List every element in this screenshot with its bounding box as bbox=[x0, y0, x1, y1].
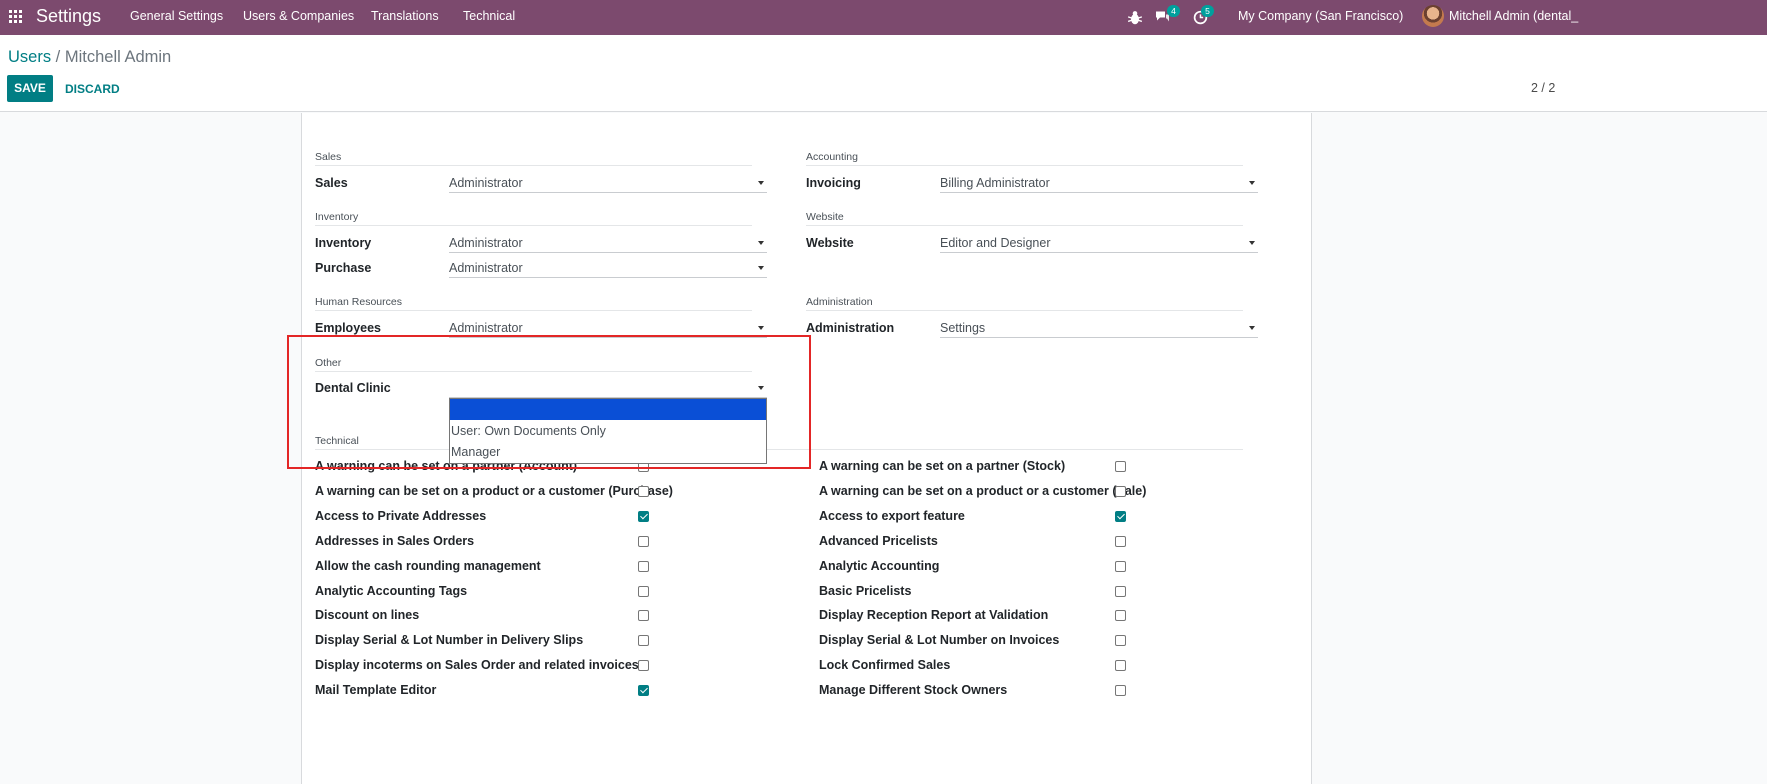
section-divider bbox=[806, 310, 1243, 311]
technical-option-label: Access to Private Addresses bbox=[315, 509, 487, 523]
technical-option-label: Discount on lines bbox=[315, 608, 420, 622]
section-accounting: Accounting bbox=[806, 151, 858, 163]
technical-option-label: Allow the cash rounding management bbox=[315, 559, 541, 573]
top-navbar: Settings General Settings Users & Compan… bbox=[0, 0, 1767, 35]
technical-option-checkbox[interactable] bbox=[1115, 635, 1126, 646]
technical-option-checkbox[interactable] bbox=[1115, 486, 1126, 497]
purchase-select-value: Administrator bbox=[449, 261, 523, 275]
technical-option-label: A warning can be set on a product or a c… bbox=[819, 484, 1147, 498]
caret-down-icon bbox=[1249, 326, 1255, 330]
employees-select-value: Administrator bbox=[449, 321, 523, 335]
sales-select[interactable]: Administrator bbox=[449, 173, 767, 193]
technical-option-checkbox[interactable] bbox=[638, 685, 649, 696]
administration-label: Administration bbox=[806, 321, 895, 335]
section-inventory: Inventory bbox=[315, 211, 359, 223]
menu-general-settings[interactable]: General Settings bbox=[130, 9, 223, 23]
caret-down-icon bbox=[758, 266, 764, 270]
website-label: Website bbox=[806, 236, 854, 250]
technical-option-label: Display Serial & Lot Number on Invoices bbox=[819, 633, 1060, 647]
breadcrumb-separator: / bbox=[51, 48, 65, 66]
menu-users-companies[interactable]: Users & Companies bbox=[243, 9, 354, 23]
technical-option-label: Display Serial & Lot Number in Delivery … bbox=[315, 633, 584, 647]
technical-option-checkbox[interactable] bbox=[1115, 461, 1126, 472]
section-divider bbox=[315, 225, 752, 226]
section-divider bbox=[315, 310, 752, 311]
technical-option-checkbox[interactable] bbox=[638, 561, 649, 572]
company-switcher[interactable]: My Company (San Francisco) bbox=[1238, 9, 1403, 23]
app-title[interactable]: Settings bbox=[36, 6, 101, 27]
user-avatar[interactable] bbox=[1422, 5, 1444, 27]
section-website: Website bbox=[806, 211, 844, 223]
technical-option-label: Analytic Accounting Tags bbox=[315, 584, 468, 598]
section-divider bbox=[806, 225, 1243, 226]
caret-down-icon bbox=[758, 241, 764, 245]
technical-option-checkbox[interactable] bbox=[1115, 586, 1126, 597]
inventory-select-value: Administrator bbox=[449, 236, 523, 250]
apps-grid-icon[interactable] bbox=[9, 10, 23, 24]
technical-option-checkbox[interactable] bbox=[638, 635, 649, 646]
invoicing-label: Invoicing bbox=[806, 176, 861, 190]
section-administration: Administration bbox=[806, 296, 873, 308]
inventory-label: Inventory bbox=[315, 236, 372, 250]
purchase-select[interactable]: Administrator bbox=[449, 258, 767, 278]
technical-option-label: Lock Confirmed Sales bbox=[819, 658, 951, 672]
technical-option-checkbox[interactable] bbox=[638, 511, 649, 522]
section-divider bbox=[315, 165, 752, 166]
section-sales: Sales bbox=[315, 151, 342, 163]
technical-option-checkbox[interactable] bbox=[1115, 660, 1126, 671]
invoicing-select[interactable]: Billing Administrator bbox=[940, 173, 1258, 193]
highlight-box bbox=[287, 335, 811, 469]
control-panel: Users / Mitchell Admin SAVE DISCARD 2 / … bbox=[0, 35, 1767, 112]
discard-button[interactable]: DISCARD bbox=[65, 82, 120, 96]
technical-option-checkbox[interactable] bbox=[1115, 685, 1126, 696]
technical-option-label: Advanced Pricelists bbox=[819, 534, 938, 548]
technical-option-label: A warning can be set on a product or a c… bbox=[315, 484, 673, 498]
technical-option-label: Manage Different Stock Owners bbox=[819, 683, 1008, 697]
administration-select-value: Settings bbox=[940, 321, 986, 335]
inventory-select[interactable]: Administrator bbox=[449, 233, 767, 253]
administration-select[interactable]: Settings bbox=[940, 318, 1258, 338]
breadcrumb-users-link[interactable]: Users bbox=[8, 48, 51, 66]
technical-option-checkbox[interactable] bbox=[638, 586, 649, 597]
employees-label: Employees bbox=[315, 321, 382, 335]
caret-down-icon bbox=[758, 181, 764, 185]
technical-option-label: A warning can be set on a partner (Stock… bbox=[819, 459, 1066, 473]
website-select[interactable]: Editor and Designer bbox=[940, 233, 1258, 253]
purchase-label: Purchase bbox=[315, 261, 372, 275]
technical-option-checkbox[interactable] bbox=[1115, 511, 1126, 522]
pager[interactable]: 2 / 2 bbox=[1531, 81, 1555, 95]
invoicing-select-value: Billing Administrator bbox=[940, 176, 1050, 190]
technical-option-label: Display Reception Report at Validation bbox=[819, 608, 1049, 622]
caret-down-icon bbox=[1249, 181, 1255, 185]
technical-option-label: Access to export feature bbox=[819, 509, 965, 523]
technical-option-checkbox[interactable] bbox=[638, 536, 649, 547]
technical-option-label: Display incoterms on Sales Order and rel… bbox=[315, 658, 639, 672]
caret-down-icon bbox=[758, 326, 764, 330]
technical-option-checkbox[interactable] bbox=[1115, 561, 1126, 572]
technical-option-label: Mail Template Editor bbox=[315, 683, 437, 697]
caret-down-icon bbox=[1249, 241, 1255, 245]
chat-badge: 4 bbox=[1167, 5, 1180, 17]
bug-icon[interactable] bbox=[1127, 10, 1143, 26]
breadcrumb-current: Mitchell Admin bbox=[64, 48, 172, 66]
section-divider bbox=[806, 165, 1243, 166]
user-menu[interactable]: Mitchell Admin (dental_ bbox=[1449, 9, 1578, 23]
technical-option-checkbox[interactable] bbox=[638, 660, 649, 671]
menu-translations[interactable]: Translations bbox=[371, 9, 439, 23]
technical-option-checkbox[interactable] bbox=[1115, 536, 1126, 547]
menu-technical[interactable]: Technical bbox=[463, 9, 515, 23]
technical-option-label: Basic Pricelists bbox=[819, 584, 912, 598]
breadcrumb: Users / Mitchell Admin bbox=[8, 48, 171, 67]
activity-badge: 5 bbox=[1201, 5, 1214, 17]
technical-option-label: Addresses in Sales Orders bbox=[315, 534, 475, 548]
website-select-value: Editor and Designer bbox=[940, 236, 1051, 250]
technical-option-checkbox[interactable] bbox=[638, 486, 649, 497]
save-button[interactable]: SAVE bbox=[7, 75, 53, 102]
technical-option-checkbox[interactable] bbox=[1115, 610, 1126, 621]
technical-option-checkbox[interactable] bbox=[638, 610, 649, 621]
sales-select-value: Administrator bbox=[449, 176, 523, 190]
technical-option-label: Analytic Accounting bbox=[819, 559, 940, 573]
sales-label: Sales bbox=[315, 176, 348, 190]
section-human-resources: Human Resources bbox=[315, 296, 402, 308]
